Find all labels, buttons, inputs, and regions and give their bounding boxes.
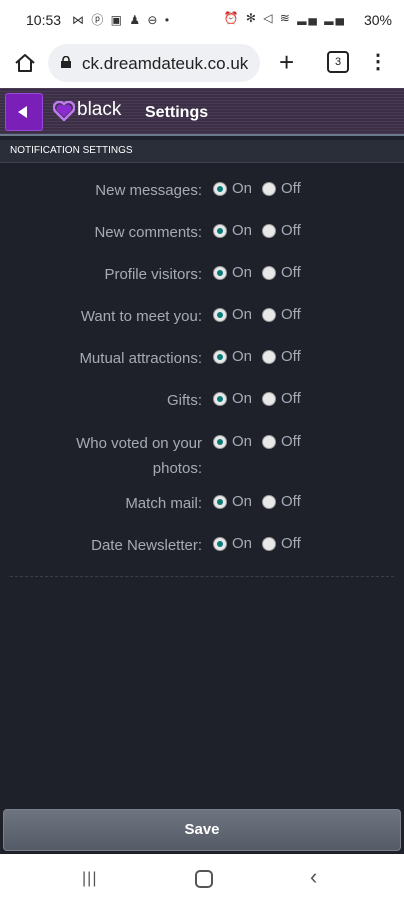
radio-button[interactable] bbox=[262, 495, 276, 509]
lock-icon bbox=[61, 56, 71, 68]
setting-label: New comments: bbox=[94, 224, 202, 241]
battery-percent: 30% bbox=[363, 12, 392, 28]
home-icon[interactable] bbox=[14, 52, 36, 74]
system-icons: ⏰ ✻ ◁ ≋ ▂▄ ▂▄ bbox=[223, 11, 346, 25]
tab-switcher-button[interactable]: 3 bbox=[327, 51, 349, 73]
status-time: 10:53 bbox=[26, 12, 62, 28]
setting-label: Match mail: bbox=[125, 495, 202, 512]
setting-label: Gifts: bbox=[166, 392, 202, 409]
radio-button[interactable] bbox=[262, 182, 276, 196]
setting-label: Profile visitors: bbox=[104, 266, 202, 283]
system-nav-bar: ||| ‹ bbox=[0, 854, 404, 900]
heart-logo-icon bbox=[53, 101, 75, 121]
radio-button[interactable] bbox=[262, 392, 276, 406]
setting-label: New messages: bbox=[95, 182, 202, 199]
radio-button-checked[interactable] bbox=[213, 435, 227, 449]
radio-button-checked[interactable] bbox=[213, 537, 227, 551]
save-button[interactable]: Save bbox=[3, 809, 401, 851]
radio-button-checked[interactable] bbox=[213, 266, 227, 280]
radio-button-checked[interactable] bbox=[213, 224, 227, 238]
status-bar: 10:53 ⋈ ⓟ ▣ ♟ ⊖ • ⏰ ✻ ◁ ≋ ▂▄ ▂▄ 30% bbox=[0, 0, 404, 40]
radio-button-checked[interactable] bbox=[213, 392, 227, 406]
radio-button-checked[interactable] bbox=[213, 495, 227, 509]
radio-button[interactable] bbox=[262, 308, 276, 322]
back-button[interactable] bbox=[5, 93, 43, 131]
setting-label: Want to meet you: bbox=[80, 308, 202, 325]
back-nav-icon[interactable]: ‹ bbox=[310, 864, 317, 890]
home-nav-icon[interactable] bbox=[195, 870, 213, 888]
page-title: Settings bbox=[145, 104, 209, 121]
radio-button[interactable] bbox=[262, 537, 276, 551]
recent-apps-icon[interactable]: ||| bbox=[82, 870, 97, 888]
browser-menu-icon[interactable]: ⋮ bbox=[368, 48, 388, 76]
setting-label-line2: photos: bbox=[152, 460, 202, 477]
setting-label: Date Newsletter: bbox=[91, 537, 202, 554]
radio-button-checked[interactable] bbox=[213, 182, 227, 196]
setting-label: Mutual attractions: bbox=[79, 350, 202, 367]
browser-toolbar: ck.dreamdateuk.co.uk + 3 ⋮ bbox=[0, 40, 404, 88]
logo-text: black bbox=[77, 99, 122, 120]
radio-button[interactable] bbox=[262, 224, 276, 238]
radio-button[interactable] bbox=[262, 435, 276, 449]
back-arrow-icon bbox=[18, 106, 27, 118]
setting-label-line1: Who voted on your bbox=[76, 435, 202, 452]
url-bar[interactable]: ck.dreamdateuk.co.uk bbox=[48, 44, 260, 82]
new-tab-button[interactable]: + bbox=[279, 48, 294, 76]
notification-icons: ⋈ ⓟ ▣ ♟ ⊖ • bbox=[72, 13, 172, 27]
section-title: NOTIFICATION SETTINGS bbox=[10, 145, 133, 156]
radio-button-checked[interactable] bbox=[213, 350, 227, 364]
radio-button-checked[interactable] bbox=[213, 308, 227, 322]
radio-button[interactable] bbox=[262, 266, 276, 280]
url-text: ck.dreamdateuk.co.uk bbox=[82, 54, 249, 73]
divider bbox=[10, 576, 394, 577]
radio-button[interactable] bbox=[262, 350, 276, 364]
section-header: NOTIFICATION SETTINGS bbox=[0, 140, 404, 163]
